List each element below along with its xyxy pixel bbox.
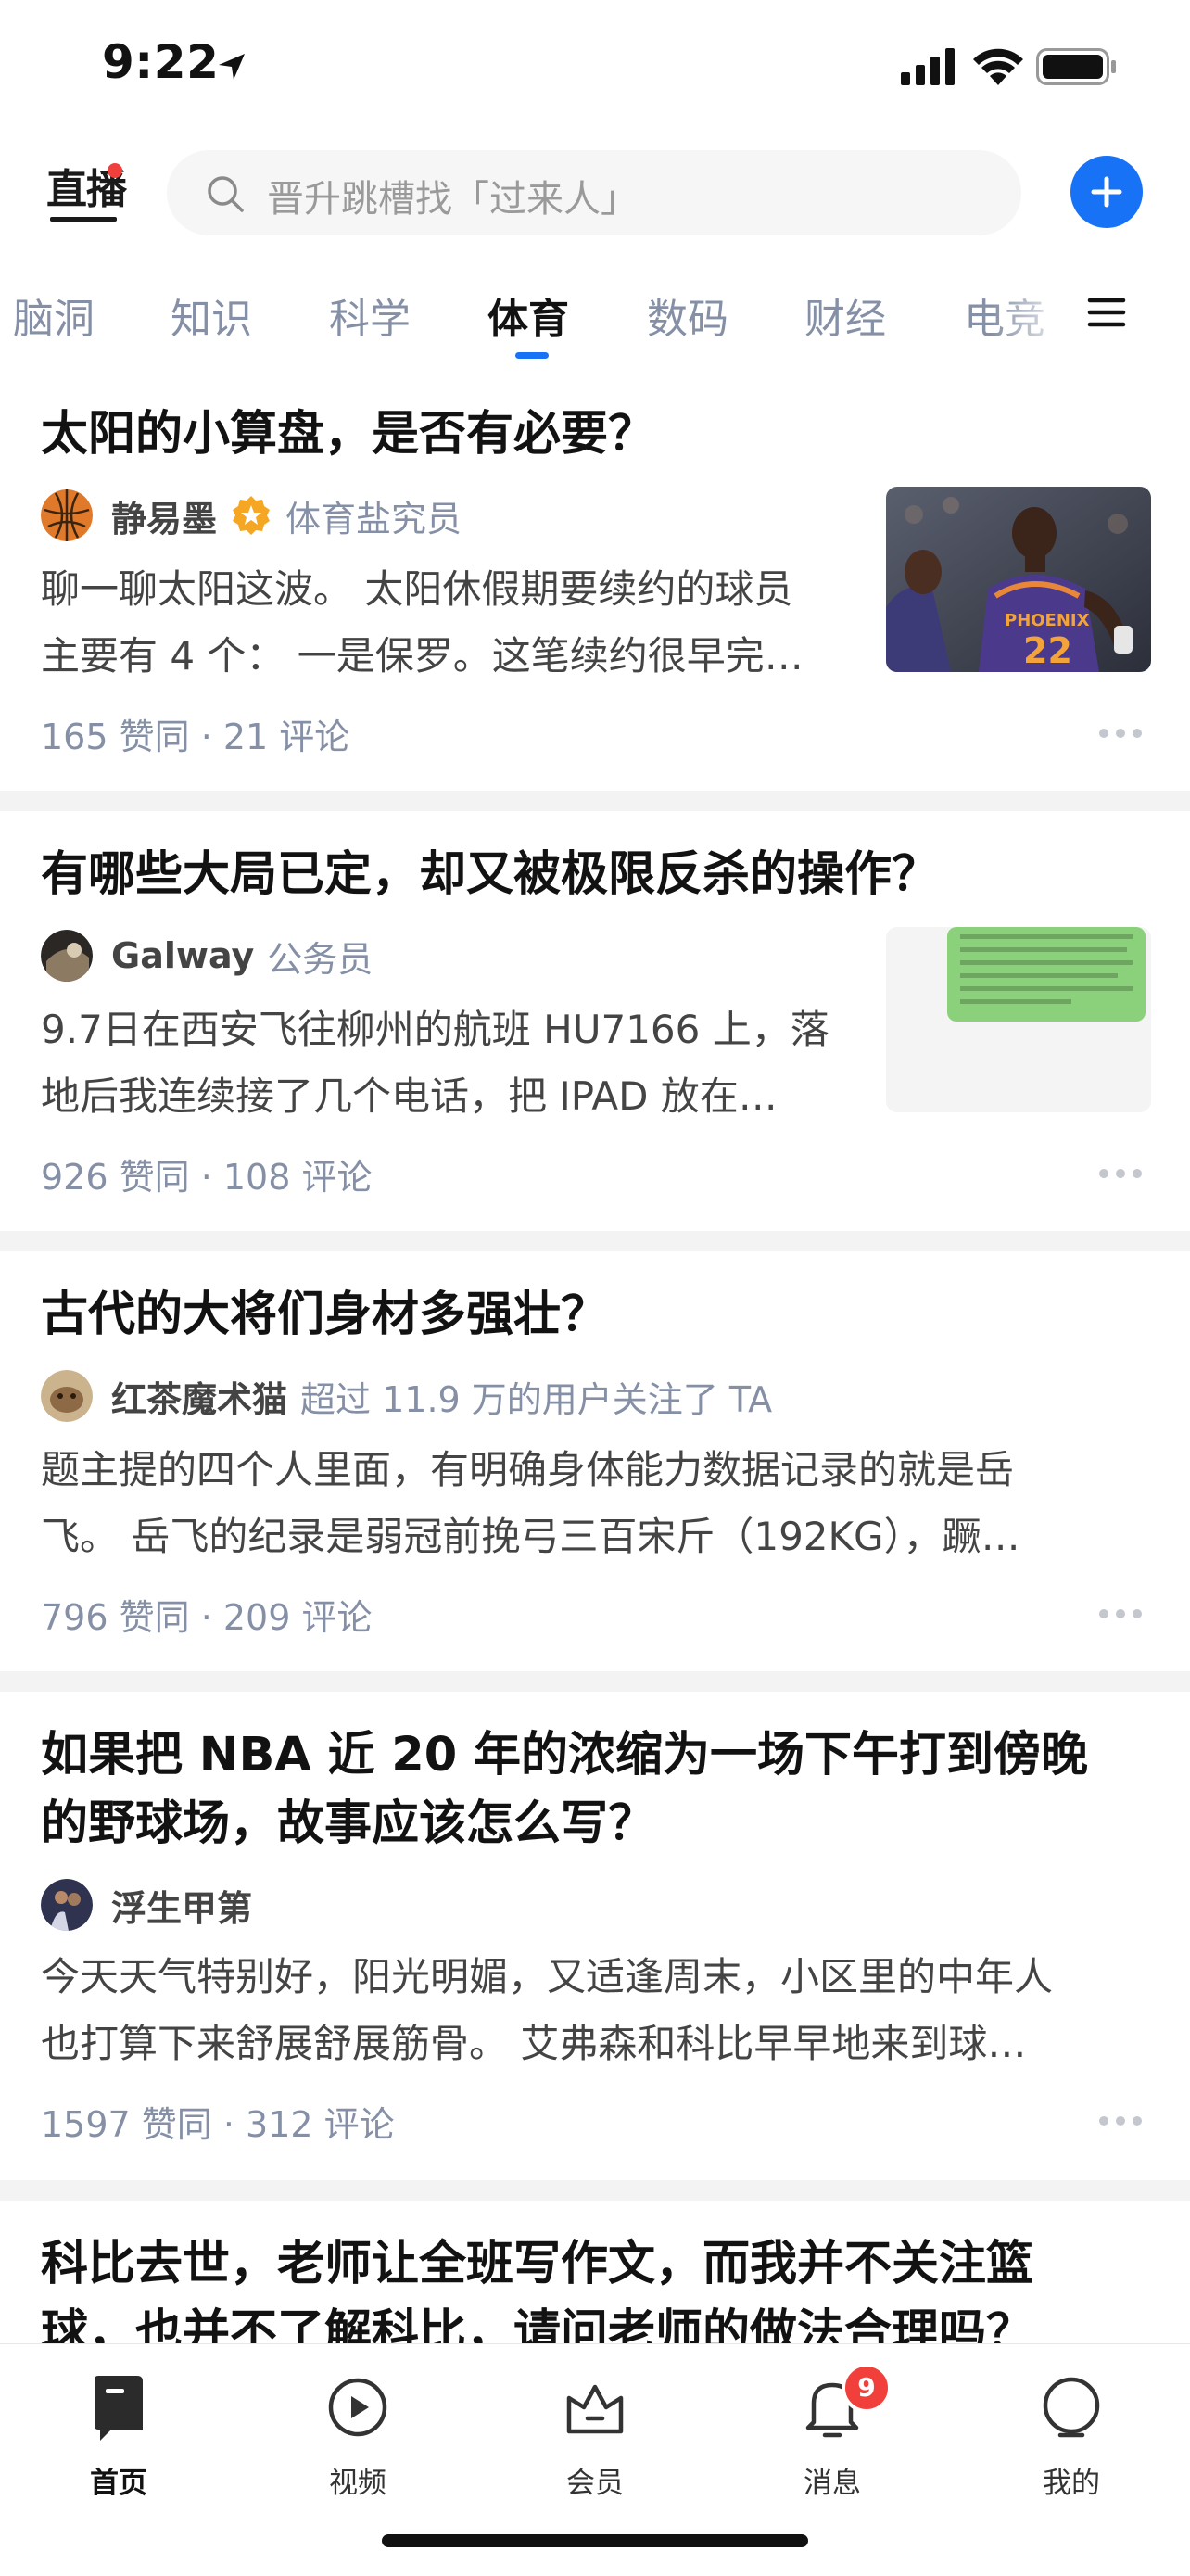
card-separator <box>0 791 1190 811</box>
nav-member[interactable]: 会员 <box>530 2363 660 2500</box>
menu-icon[interactable] <box>1084 289 1131 336</box>
title-line: 的野球场，故事应该怎么写？ <box>41 1796 656 1851</box>
author-row[interactable]: 红茶魔术猫 超过 11.9 万的用户关注了 TA <box>41 1368 772 1424</box>
author-name: Galway <box>111 935 255 976</box>
more-options-icon[interactable] <box>1097 1607 1144 1620</box>
search-bar[interactable]: 晋升跳槽找「过来人」 <box>167 150 1021 235</box>
tab-finance[interactable]: 财经 <box>804 286 886 345</box>
tab-knowledge[interactable]: 知识 <box>171 286 252 345</box>
excerpt-line: 主要有 4 个： 一是保罗。这笔续约很早完… <box>41 633 804 679</box>
nav-label: 会员 <box>566 2467 624 2500</box>
video-icon <box>328 2378 387 2437</box>
title-line: 科比去世，老师让全班写作文，而我并不关注篮 <box>41 2237 1034 2291</box>
verified-badge-icon <box>233 496 271 535</box>
card-thumbnail[interactable] <box>886 927 1151 1112</box>
nav-video[interactable]: 视频 <box>293 2363 423 2500</box>
author-name: 静易墨 <box>111 498 218 539</box>
tab-brain-hole[interactable]: 脑洞 <box>13 286 95 345</box>
more-options-icon[interactable] <box>1097 1167 1144 1180</box>
avatar[interactable] <box>41 1879 93 1931</box>
live-button[interactable]: 直播 <box>46 156 130 230</box>
title-line: 球，也并不了解科比，请问老师的做法合理吗？ <box>41 2305 1034 2343</box>
member-icon <box>566 2384 624 2434</box>
card-separator <box>0 1671 1190 1692</box>
card-thumbnail[interactable]: PHOENIX 22 <box>886 487 1151 672</box>
excerpt-line: 今天天气特别好，阳光明媚，又适逢周末，小区里的中年人 <box>41 1954 1054 1999</box>
card-excerpt[interactable]: 今天天气特别好，阳光明媚，又适逢周末，小区里的中年人 也打算下来舒展舒展筋骨。 … <box>41 1944 1153 2077</box>
card-meta: 926 赞同 · 108 评论 <box>41 1157 373 1198</box>
card-separator <box>0 1231 1190 1251</box>
card-excerpt[interactable]: 聊一聊太阳这波。 太阳休假期要续约的球员 主要有 4 个： 一是保罗。这笔续约很… <box>41 556 856 690</box>
author-row[interactable]: 浮生甲第 <box>41 1877 252 1933</box>
nav-profile[interactable]: 我的 <box>1006 2363 1136 2500</box>
nav-label: 首页 <box>90 2467 147 2500</box>
card-title[interactable]: 古代的大将们身材多强壮？ <box>41 1281 608 1350</box>
home-icon <box>95 2376 143 2441</box>
status-time: 9:22 <box>102 35 220 89</box>
feed-card[interactable]: 太阳的小算盘，是否有必要？ 静易墨 体育盐究员 聊一聊太阳这波。 太阳休假期要续… <box>0 371 1190 791</box>
plus-icon <box>1091 176 1122 208</box>
card-title[interactable]: 有哪些大局已定，却又被极限反杀的操作？ <box>41 841 939 909</box>
more-options-icon[interactable] <box>1097 727 1144 740</box>
avatar[interactable] <box>41 489 93 541</box>
battery-icon <box>1036 48 1116 85</box>
card-excerpt[interactable]: 题主提的四个人里面，有明确身体能力数据记录的就是岳 飞。 岳飞的纪录是弱冠前挽弓… <box>41 1437 1153 1570</box>
avatar[interactable] <box>41 930 93 982</box>
feed-card[interactable]: 科比去世，老师让全班写作文，而我并不关注篮 球，也并不了解科比，请问老师的做法合… <box>0 2201 1190 2343</box>
svg-text:22: 22 <box>1023 630 1072 671</box>
nav-label: 视频 <box>329 2467 386 2500</box>
home-indicator[interactable] <box>382 2534 808 2547</box>
avatar[interactable] <box>41 1370 93 1422</box>
notification-badge: 9 <box>842 2363 892 2413</box>
live-notification-dot <box>108 163 122 178</box>
status-bar: 9:22 <box>0 0 1190 139</box>
feed-card[interactable]: 古代的大将们身材多强壮？ 红茶魔术猫 超过 11.9 万的用户关注了 TA 题主… <box>0 1251 1190 1671</box>
author-description: 超过 11.9 万的用户关注了 TA <box>300 1378 773 1420</box>
live-underline <box>50 217 117 222</box>
cellular-signal-icon <box>901 48 955 85</box>
excerpt-line: 题主提的四个人里面，有明确身体能力数据记录的就是岳 <box>41 1447 1015 1492</box>
wifi-icon <box>973 48 1023 85</box>
search-placeholder: 晋升跳槽找「过来人」 <box>267 178 638 221</box>
author-description: 公务员 <box>267 938 373 980</box>
card-title[interactable]: 太阳的小算盘，是否有必要？ <box>41 400 655 469</box>
author-row[interactable]: Galway 公务员 <box>41 928 373 983</box>
excerpt-line: 地后我连续接了几个电话，把 IPAD 放在… <box>41 1073 778 1119</box>
author-name: 浮生甲第 <box>111 1887 253 1929</box>
card-meta: 796 赞同 · 209 评论 <box>41 1597 373 1638</box>
category-tabs: 脑洞 知识 科学 体育 数码 财经 电竞 <box>0 269 1190 371</box>
card-meta: 1597 赞同 · 312 评论 <box>41 2104 395 2145</box>
svg-text:PHOENIX: PHOENIX <box>1005 611 1090 630</box>
tab-sports[interactable]: 体育 <box>487 286 569 345</box>
excerpt-line: 飞。 岳飞的纪录是弱冠前挽弓三百宋斤（192KG），蹶… <box>41 1514 1020 1559</box>
nav-label: 消息 <box>804 2467 861 2500</box>
card-title[interactable]: 如果把 NBA 近 20 年的浓缩为一场下午打到傍晚 的野球场，故事应该怎么写？ <box>41 1721 1088 1859</box>
active-tab-indicator <box>515 352 549 359</box>
more-options-icon[interactable] <box>1097 2114 1144 2127</box>
feed-card[interactable]: 有哪些大局已定，却又被极限反杀的操作？ Galway 公务员 9.7日在西安飞往… <box>0 811 1190 1231</box>
add-button[interactable] <box>1070 156 1143 228</box>
excerpt-line: 也打算下来舒展舒展筋骨。 艾弗森和科比早早地来到球… <box>41 2021 1027 2066</box>
card-separator <box>0 2180 1190 2201</box>
card-title[interactable]: 科比去世，老师让全班写作文，而我并不关注篮 球，也并不了解科比，请问老师的做法合… <box>41 2230 1033 2343</box>
nav-label: 我的 <box>1043 2467 1100 2500</box>
nav-messages[interactable]: 9 消息 <box>767 2363 897 2500</box>
nav-home[interactable]: 首页 <box>54 2363 184 2500</box>
tab-fade <box>992 269 1084 362</box>
title-line: 如果把 NBA 近 20 年的浓缩为一场下午打到傍晚 <box>41 1728 1089 1783</box>
card-meta: 165 赞同 · 21 评论 <box>41 717 350 757</box>
excerpt-line: 9.7日在西安飞往柳州的航班 HU7166 上，落 <box>41 1007 829 1052</box>
author-description: 体育盐究员 <box>285 498 462 539</box>
card-excerpt[interactable]: 9.7日在西安飞往柳州的航班 HU7166 上，落 地后我连续接了几个电话，把 … <box>41 996 856 1130</box>
tab-digital[interactable]: 数码 <box>647 286 728 345</box>
feed-card[interactable]: 如果把 NBA 近 20 年的浓缩为一场下午打到傍晚 的野球场，故事应该怎么写？… <box>0 1692 1190 2180</box>
author-name: 红茶魔术猫 <box>111 1378 288 1420</box>
location-arrow-icon <box>219 54 245 80</box>
author-row[interactable]: 静易墨 体育盐究员 <box>41 488 462 543</box>
profile-icon <box>1043 2377 1100 2438</box>
search-icon <box>208 176 244 212</box>
excerpt-line: 聊一聊太阳这波。 太阳休假期要续约的球员 <box>41 566 793 612</box>
tab-science[interactable]: 科学 <box>329 286 411 345</box>
